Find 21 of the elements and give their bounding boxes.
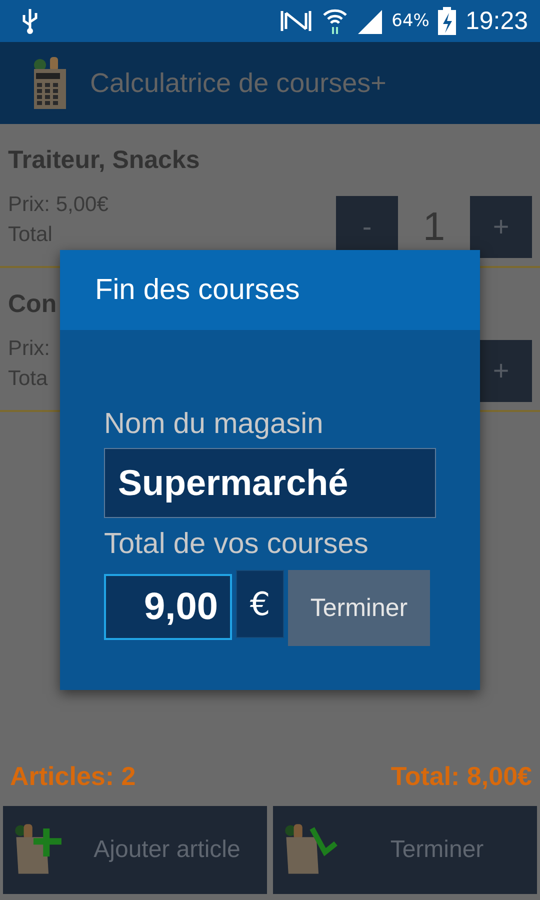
app-logo-icon <box>32 55 68 111</box>
wifi-icon <box>322 7 348 35</box>
finish-button[interactable]: Terminer <box>273 806 537 894</box>
usb-icon <box>20 7 40 35</box>
battery-percent: 64% <box>392 11 430 31</box>
battery-charging-icon <box>437 6 458 36</box>
total-amount-field[interactable]: 9,00 <box>104 574 232 640</box>
finish-dialog-button[interactable]: Terminer <box>288 570 430 646</box>
app-title: Calculatrice de courses+ <box>90 68 386 98</box>
item-name: Con <box>8 290 57 319</box>
currency-symbol: € <box>236 570 284 638</box>
total-label: Total de vos courses <box>104 527 370 562</box>
increase-button[interactable]: + <box>470 196 532 258</box>
grand-total: Total: 8,00€ <box>390 760 532 792</box>
store-name-field[interactable]: Supermarché <box>104 448 436 518</box>
store-label: Nom du magasin <box>104 407 324 442</box>
add-item-button[interactable]: Ajouter article <box>3 806 267 894</box>
item-name: Traiteur, Snacks <box>8 146 200 175</box>
article-count: Articles: 2 <box>10 760 136 792</box>
clock: 19:23 <box>465 6 528 36</box>
dialog-title: Fin des courses <box>60 250 480 330</box>
